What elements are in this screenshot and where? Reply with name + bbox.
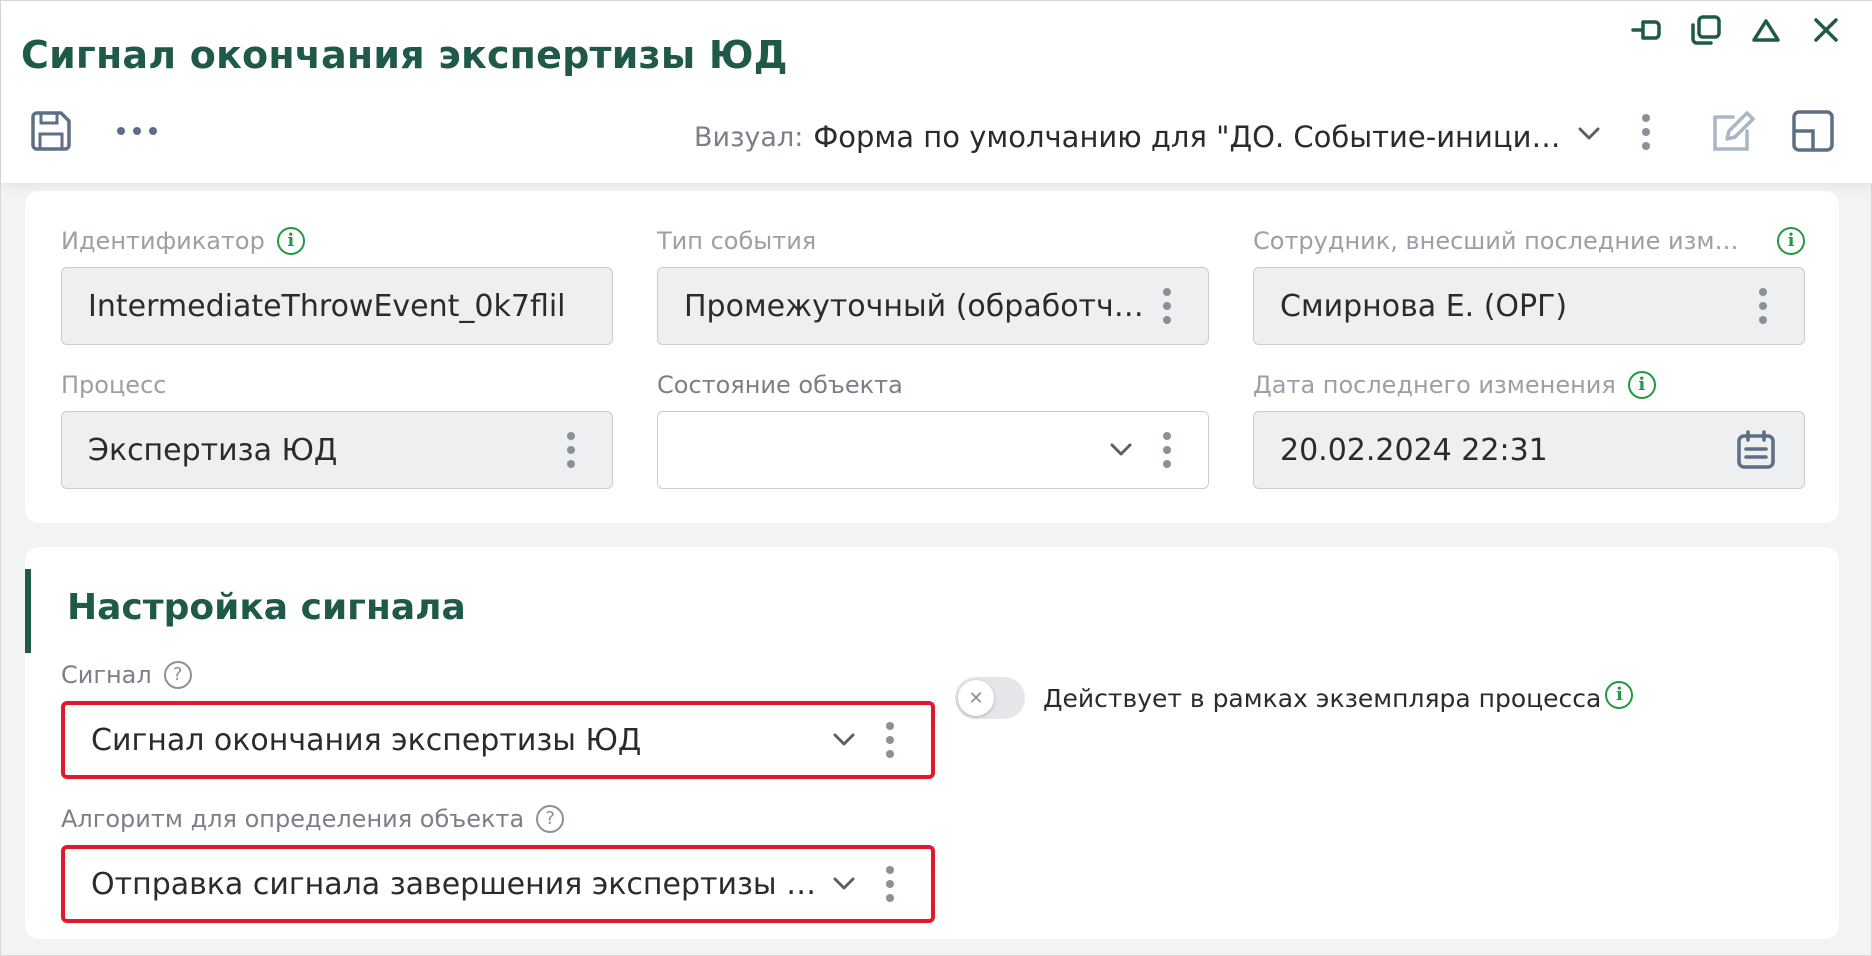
identifier-value: IntermediateThrowEvent_0k7flil — [88, 288, 566, 324]
help-icon[interactable]: ? — [163, 661, 192, 689]
panel-icon — [1792, 110, 1834, 152]
calendar-icon[interactable] — [1734, 428, 1778, 472]
pin-icon[interactable] — [1627, 11, 1665, 49]
close-icon[interactable] — [1807, 11, 1845, 49]
kebab-icon[interactable] — [1152, 425, 1182, 475]
page-title: Сигнал окончания экспертизы ЮД — [21, 33, 788, 77]
info-icon[interactable]: i — [1605, 681, 1634, 709]
edit-icon — [1713, 111, 1755, 151]
visual-value: Форма по умолчанию для "ДО. Событие-иниц… — [813, 120, 1574, 154]
editor-input[interactable]: Смирнова Е. (ОРГ) — [1253, 267, 1805, 345]
chevron-down-icon[interactable] — [1574, 119, 1604, 149]
algorithm-value: Отправка сигнала завершения экспертизы Ю… — [91, 866, 829, 902]
signal-select[interactable]: Сигнал окончания экспертизы ЮД — [61, 701, 935, 779]
last-modified-field: Дата последнего изменения i 20.02.2024 2… — [1253, 369, 1805, 489]
more-horizontal-icon — [117, 127, 157, 135]
edit-form-button[interactable] — [1707, 105, 1759, 161]
main-fields-card: Идентификатор i IntermediateThrowEvent_0… — [25, 191, 1839, 523]
kebab-icon[interactable] — [875, 859, 905, 909]
identifier-label: Идентификатор — [61, 227, 265, 255]
form-window: Сигнал окончания экспертизы ЮД Визуал: Ф… — [0, 0, 1872, 956]
signal-settings-card: Настройка сигнала Сигнал ? Сигнал оконча… — [25, 547, 1839, 939]
signal-label: Сигнал — [61, 661, 152, 689]
save-button[interactable] — [27, 107, 75, 155]
identifier-input[interactable]: IntermediateThrowEvent_0k7flil — [61, 267, 613, 345]
editor-value: Смирнова Е. (ОРГ) — [1280, 288, 1568, 324]
kebab-icon[interactable] — [1152, 281, 1182, 331]
info-icon[interactable]: i — [1627, 371, 1656, 399]
visual-selector[interactable]: Визуал: Форма по умолчанию для "ДО. Собы… — [694, 113, 1600, 161]
restore-icon[interactable] — [1687, 11, 1725, 49]
instance-scope-toggle-row: ✕ Действует в рамках экземпляра процесса… — [955, 677, 1634, 719]
toggle-label: Действует в рамках экземпляра процесса — [1043, 683, 1602, 713]
visual-label: Визуал: — [694, 121, 804, 153]
event-type-field: Тип события Промежуточный (обработчик) — [657, 225, 1209, 345]
object-state-select[interactable] — [657, 411, 1209, 489]
instance-scope-toggle[interactable]: ✕ — [955, 677, 1025, 719]
signal-field: Сигнал ? Сигнал окончания экспертизы ЮД — [61, 659, 935, 779]
collapse-icon[interactable] — [1747, 11, 1785, 49]
process-value: Экспертиза ЮД — [88, 432, 338, 468]
algorithm-select[interactable]: Отправка сигнала завершения экспертизы Ю… — [61, 845, 935, 923]
event-type-value: Промежуточный (обработчик) — [684, 288, 1152, 324]
section-title: Настройка сигнала — [67, 587, 466, 628]
chevron-down-icon[interactable] — [829, 869, 859, 899]
last-modified-input[interactable]: 20.02.2024 22:31 — [1253, 411, 1805, 489]
algorithm-label: Алгоритм для определения объекта — [61, 805, 525, 833]
process-field: Процесс Экспертиза ЮД — [61, 369, 613, 489]
more-options-button[interactable] — [113, 107, 161, 155]
side-panel-button[interactable] — [1789, 105, 1837, 161]
signal-value: Сигнал окончания экспертизы ЮД — [91, 722, 642, 758]
info-icon[interactable]: i — [1777, 227, 1805, 255]
editor-field: Сотрудник, внесший последние изменения i… — [1253, 225, 1805, 345]
algorithm-field: Алгоритм для определения объекта ? Отпра… — [61, 803, 935, 923]
floppy-disk-icon — [31, 111, 71, 151]
form-header: Сигнал окончания экспертизы ЮД Визуал: Ф… — [1, 1, 1872, 183]
toolbar-left — [27, 107, 161, 155]
identifier-field: Идентификатор i IntermediateThrowEvent_0… — [61, 225, 613, 345]
process-input[interactable]: Экспертиза ЮД — [61, 411, 613, 489]
last-modified-value: 20.02.2024 22:31 — [1280, 432, 1548, 468]
event-type-label: Тип события — [657, 227, 817, 255]
last-modified-label: Дата последнего изменения — [1253, 371, 1616, 399]
object-state-label: Состояние объекта — [657, 371, 903, 399]
chevron-down-icon[interactable] — [1106, 435, 1136, 465]
help-icon[interactable]: ? — [536, 805, 565, 833]
kebab-icon[interactable] — [1748, 281, 1778, 331]
process-label: Процесс — [61, 371, 167, 399]
kebab-icon[interactable] — [875, 715, 905, 765]
object-state-field: Состояние объекта — [657, 369, 1209, 489]
chevron-down-icon[interactable] — [829, 725, 859, 755]
visual-more-button[interactable] — [1631, 107, 1661, 157]
event-type-input[interactable]: Промежуточный (обработчик) — [657, 267, 1209, 345]
window-controls — [1627, 11, 1845, 49]
editor-label: Сотрудник, внесший последние изменения — [1253, 227, 1753, 255]
kebab-icon — [1631, 107, 1661, 157]
kebab-icon[interactable] — [556, 425, 586, 475]
toggle-off-icon: ✕ — [958, 680, 994, 716]
section-accent-bar — [25, 569, 31, 653]
info-icon[interactable]: i — [276, 227, 305, 255]
